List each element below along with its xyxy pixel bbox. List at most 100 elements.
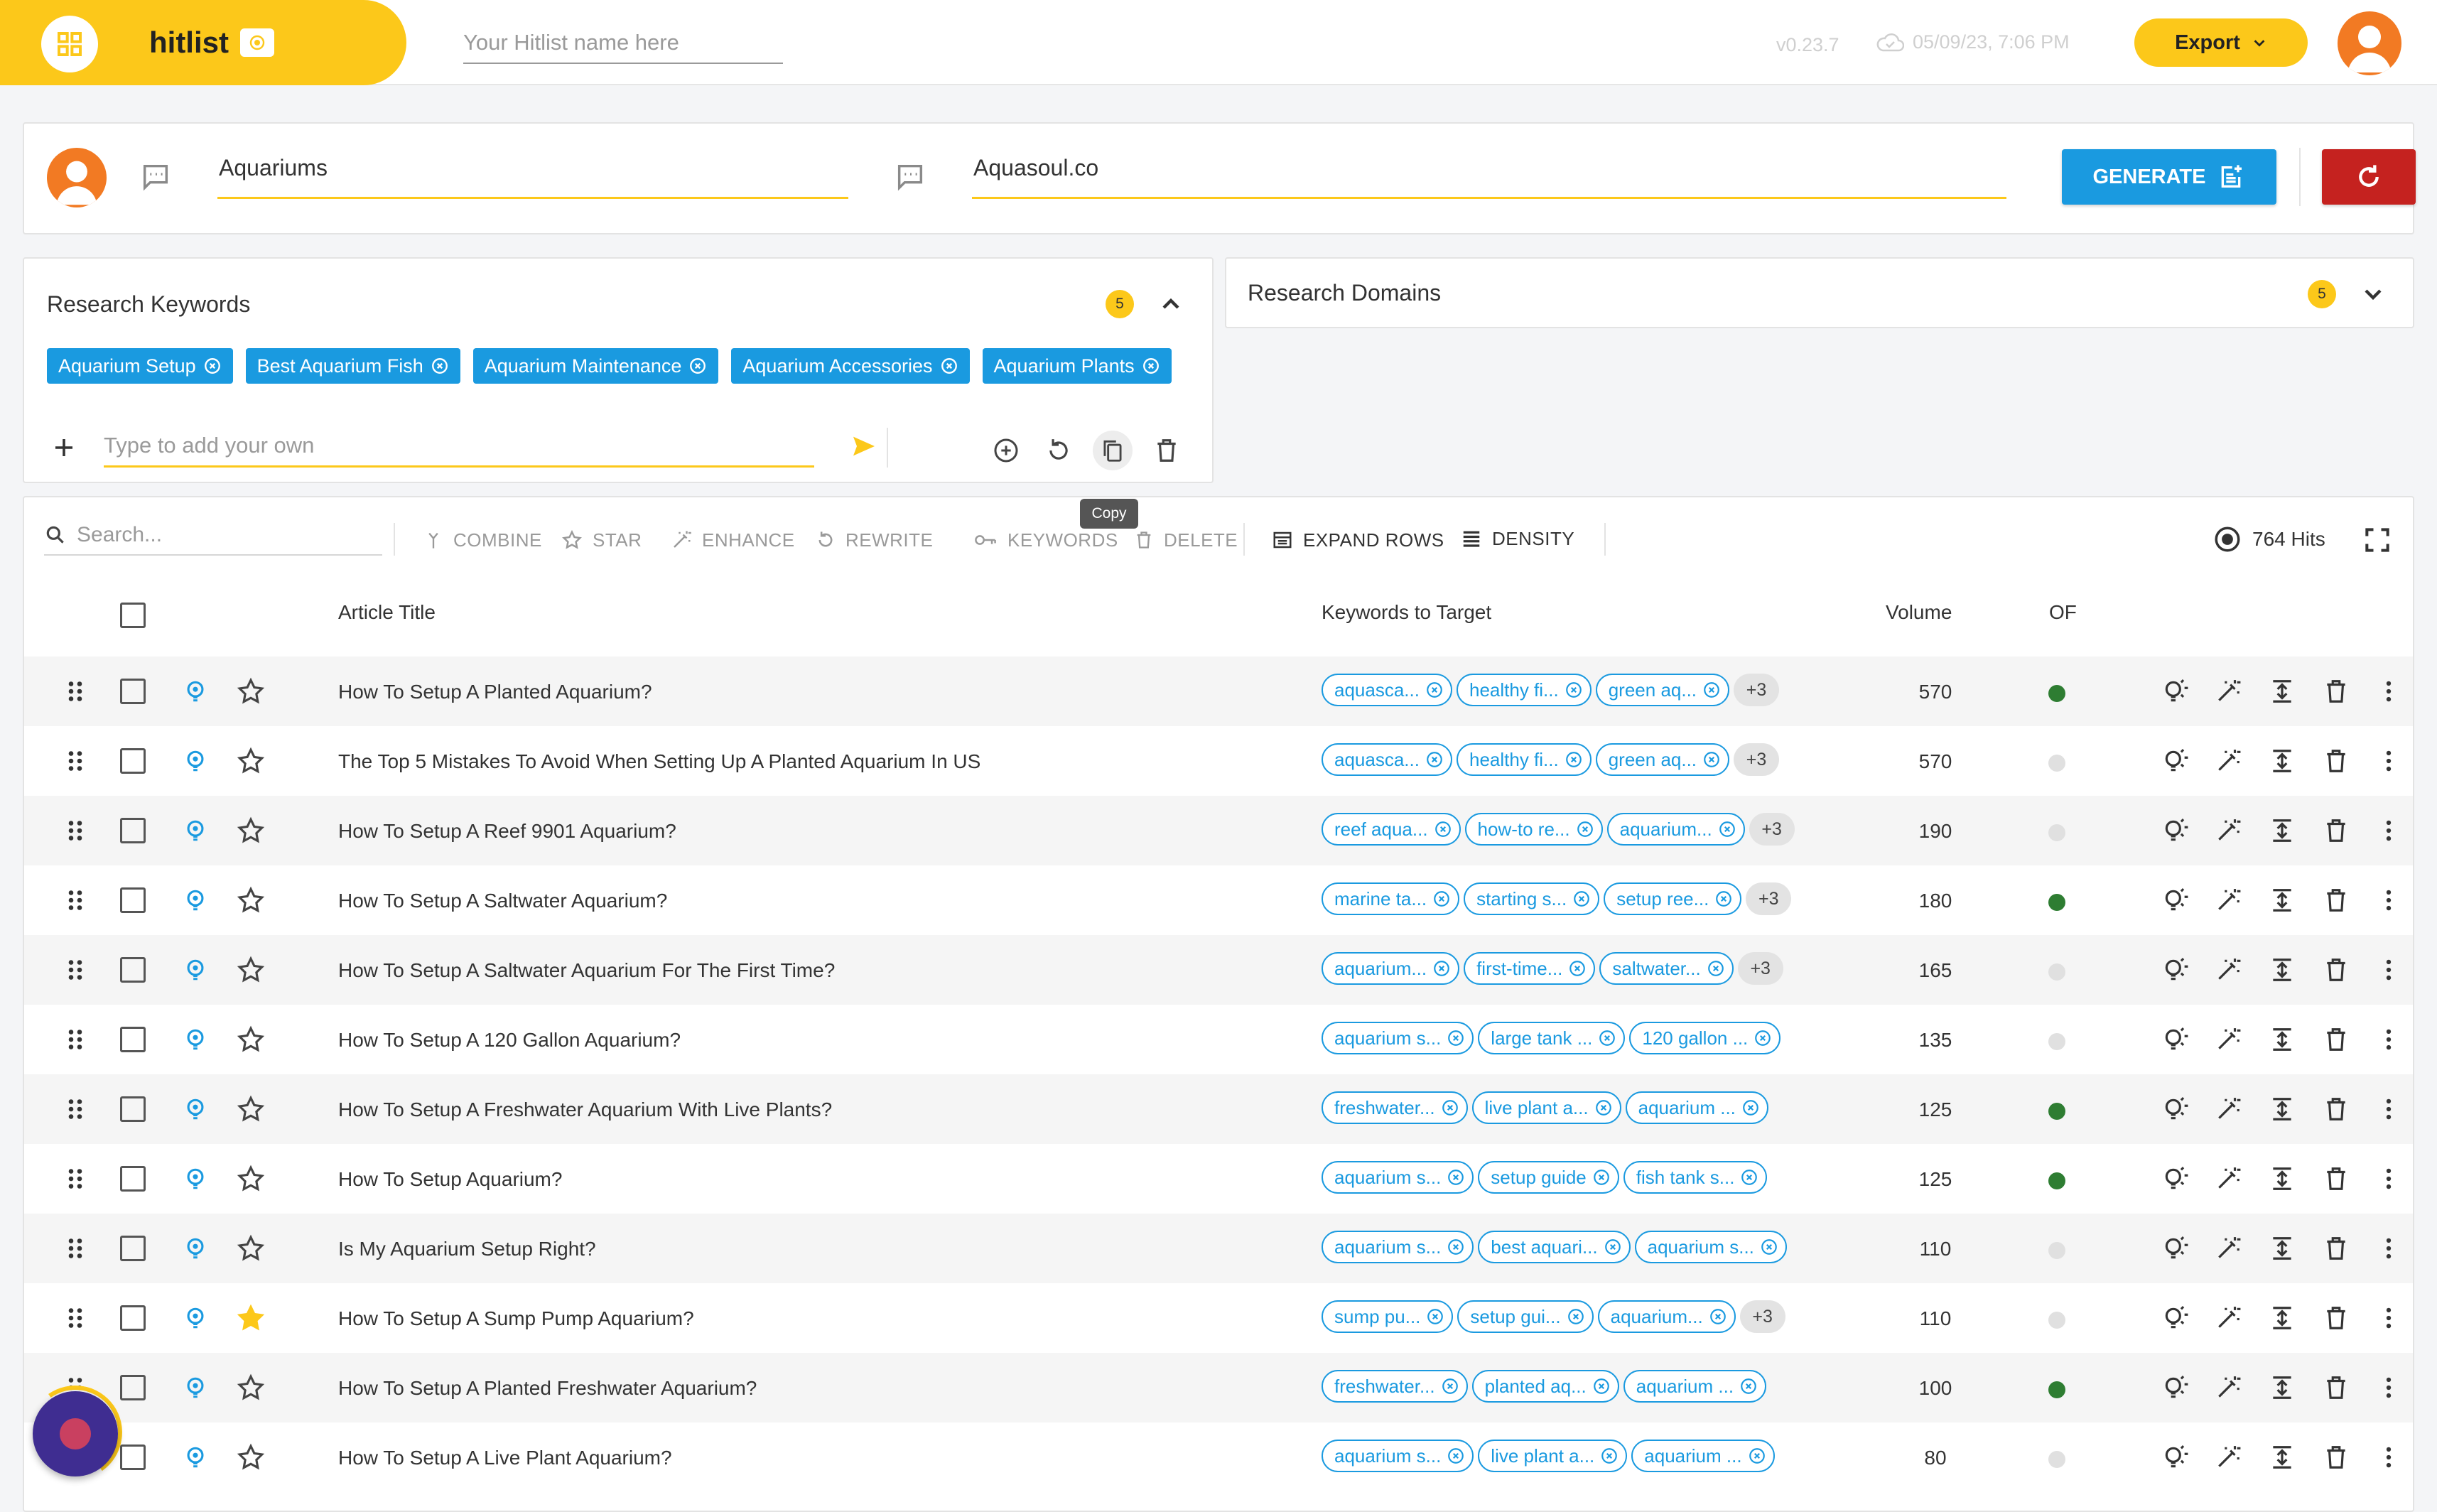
expand-vertical-icon[interactable] [2266,745,2298,777]
table-row[interactable]: The Top 5 Mistakes To Avoid When Setting… [24,726,2413,796]
more-keywords-badge[interactable]: +3 [1746,882,1792,915]
star-icon[interactable] [236,816,266,846]
more-keywords-badge[interactable]: +3 [1749,813,1795,846]
keyword-chip[interactable]: fish tank s... [1623,1161,1768,1194]
keyword-chip[interactable]: marine ta... [1322,882,1460,915]
remove-icon[interactable] [1576,820,1594,838]
more-vertical-icon[interactable] [2373,1163,2404,1194]
remove-icon[interactable] [1425,750,1444,769]
trash-icon[interactable] [2320,676,2352,707]
delete-button[interactable]: DELETE [1134,526,1238,554]
keyword-chip[interactable]: aquarium ... [1631,1440,1775,1472]
remove-icon[interactable] [1592,1377,1611,1395]
star-icon[interactable] [236,746,266,776]
keyword-chip[interactable]: freshwater... [1322,1370,1468,1403]
lightbulb-icon[interactable] [183,1306,207,1330]
column-header-keywords[interactable]: Keywords to Target [1322,601,1491,624]
remove-icon[interactable] [1592,1168,1611,1187]
chevron-down-icon[interactable] [2359,280,2387,308]
remove-icon[interactable] [1594,1098,1613,1117]
drag-handle-icon[interactable] [63,1305,88,1331]
keyword-chip[interactable]: setup guide [1478,1161,1619,1194]
more-keywords-badge[interactable]: +3 [1734,674,1780,706]
article-title[interactable]: How To Setup A Live Plant Aquarium? [338,1447,672,1469]
column-header-volume[interactable]: Volume [1886,601,1952,624]
keyword-chip[interactable]: aquarium s... [1322,1440,1474,1472]
more-vertical-icon[interactable] [2373,745,2404,777]
keyword-chip[interactable]: aquarium s... [1322,1231,1474,1263]
more-vertical-icon[interactable] [2373,1233,2404,1264]
keyword-chip[interactable]: sump pu... [1322,1300,1454,1333]
expand-vertical-icon[interactable] [2266,1302,2298,1334]
keywords-button[interactable]: KEYWORDS [973,526,1118,554]
row-checkbox[interactable] [120,748,146,774]
row-checkbox[interactable] [120,679,146,704]
more-vertical-icon[interactable] [2373,1302,2404,1334]
copy-icon[interactable] [1093,431,1133,470]
more-vertical-icon[interactable] [2373,676,2404,707]
article-title[interactable]: How To Setup A Planted Freshwater Aquari… [338,1377,757,1400]
more-keywords-badge[interactable]: +3 [1734,743,1780,776]
more-vertical-icon[interactable] [2373,1372,2404,1403]
idea-icon[interactable] [2160,1094,2191,1125]
remove-icon[interactable] [1441,1098,1459,1117]
idea-icon[interactable] [2160,1233,2191,1264]
expand-vertical-icon[interactable] [2266,1163,2298,1194]
export-button[interactable]: Export [2134,18,2308,67]
keyword-chip[interactable]: aquarium... [1606,813,1745,846]
undo-icon[interactable] [1039,431,1079,470]
remove-icon[interactable] [203,357,222,375]
lightbulb-icon[interactable] [183,1236,207,1260]
remove-icon[interactable] [1754,1029,1772,1047]
magic-wand-icon[interactable] [2212,1233,2244,1264]
keyword-chip[interactable]: aquarium s... [1634,1231,1787,1263]
row-checkbox[interactable] [120,1375,146,1400]
trash-icon[interactable] [2320,1302,2352,1334]
lightbulb-icon[interactable] [183,888,207,912]
table-row[interactable]: Is My Aquarium Setup Right? aquarium s...… [24,1214,2413,1283]
keyword-chip[interactable]: aquarium... [1322,952,1460,985]
expand-vertical-icon[interactable] [2266,1442,2298,1473]
remove-icon[interactable] [1739,1377,1758,1395]
remove-icon[interactable] [1740,1168,1758,1187]
expand-vertical-icon[interactable] [2266,1372,2298,1403]
trash-icon[interactable] [2320,1094,2352,1125]
keyword-chip[interactable]: aquarium... [1597,1300,1736,1333]
idea-icon[interactable] [2160,1372,2191,1403]
keyword-chip[interactable]: Aquarium Maintenance [472,348,719,384]
reset-button[interactable] [2322,149,2416,205]
idea-icon[interactable] [2160,954,2191,986]
magic-wand-icon[interactable] [2212,676,2244,707]
star-icon[interactable] [236,676,266,706]
apps-grid-icon[interactable] [41,16,98,72]
keyword-chip[interactable]: Aquarium Plants [982,348,1172,384]
domain-input[interactable]: Aquasoul.co [972,155,2006,199]
star-icon[interactable] [236,885,266,915]
expand-vertical-icon[interactable] [2266,1094,2298,1125]
add-keyword-input[interactable] [104,425,814,468]
more-vertical-icon[interactable] [2373,1094,2404,1125]
keyword-chip[interactable]: how-to re... [1464,813,1603,846]
idea-icon[interactable] [2160,885,2191,916]
remove-icon[interactable] [1447,1238,1465,1256]
more-keywords-badge[interactable]: +3 [1739,1300,1785,1333]
article-title[interactable]: How To Setup A Sump Pump Aquarium? [338,1307,694,1330]
article-title[interactable]: How To Setup A Saltwater Aquarium? [338,890,667,912]
remove-icon[interactable] [1441,1377,1459,1395]
expand-vertical-icon[interactable] [2266,1233,2298,1264]
row-checkbox[interactable] [120,1027,146,1052]
keyword-chip[interactable]: aquasca... [1322,743,1452,776]
trash-icon[interactable] [2320,1024,2352,1055]
magic-wand-icon[interactable] [2212,885,2244,916]
article-title[interactable]: How To Setup A Saltwater Aquarium For Th… [338,959,835,982]
trash-icon[interactable] [2320,1163,2352,1194]
drag-handle-icon[interactable] [63,887,88,913]
remove-icon[interactable] [1709,1307,1727,1326]
magic-wand-icon[interactable] [2212,815,2244,846]
remove-icon[interactable] [1565,750,1583,769]
idea-icon[interactable] [2160,1442,2191,1473]
row-checkbox[interactable] [120,1305,146,1331]
lightbulb-icon[interactable] [183,749,207,773]
idea-icon[interactable] [2160,1302,2191,1334]
drag-handle-icon[interactable] [63,748,88,774]
